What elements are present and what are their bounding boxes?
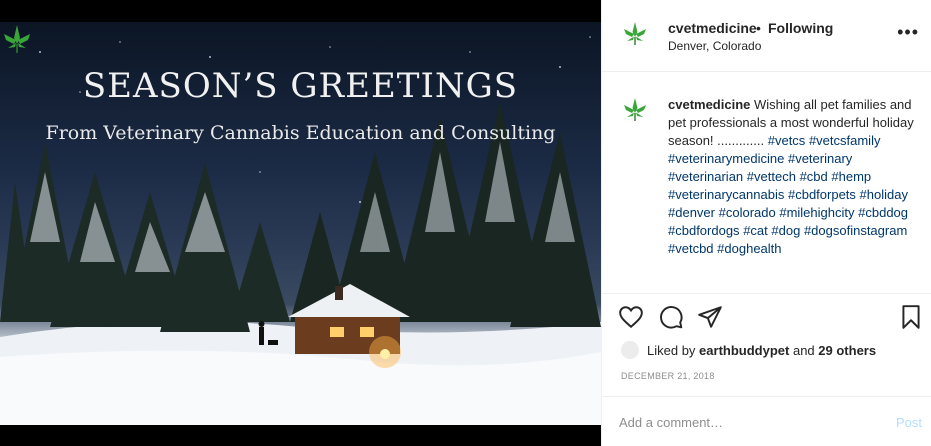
action-bar [602,294,931,338]
following-button[interactable]: Following [768,20,833,36]
likes-text: Liked by earthbuddypet and 29 others [647,343,876,358]
hashtag-link[interactable]: #vetcbd [668,241,714,256]
hashtag-link[interactable]: #veterinary [788,151,852,166]
greeting-title: SEASON’S GREETINGS [82,66,519,106]
hashtag-link[interactable]: #dog [771,223,800,238]
liker-username-link[interactable]: earthbuddypet [699,343,789,358]
caption-section: cvetmedicine Wishing all pet families an… [602,72,931,294]
post-button[interactable]: Post [896,415,922,430]
hashtag-link[interactable]: #vetcsfamily [809,133,881,148]
hashtag-link[interactable]: #vettech [747,169,796,184]
hashtag-link[interactable]: #milehighcity [779,205,854,220]
post-header: cvetmedicine • Following Denver, Colorad… [602,0,931,72]
comment-box: Add a comment… Post [602,396,931,446]
hashtag-link[interactable]: #hemp [831,169,871,184]
hashtag-link[interactable]: #veterinarycannabis [668,187,784,202]
hashtag-link[interactable]: #cbddog [858,205,908,220]
hashtag-link[interactable]: #doghealth [717,241,781,256]
hashtag-link[interactable]: #denver [668,205,715,220]
hashtag-link[interactable]: #dogsofinstagram [804,223,907,238]
post-sidebar: cvetmedicine • Following Denver, Colorad… [601,0,931,446]
heart-icon[interactable] [618,304,644,330]
post-media[interactable]: SEASON’S GREETINGS From Veterinary Canna… [0,0,601,446]
location-link[interactable]: Denver, Colorado [668,39,761,53]
hashtag-link[interactable]: #cat [743,223,768,238]
cannabis-leaf-logo [4,25,30,53]
hashtag-link[interactable]: #cbdforpets [788,187,856,202]
likes-summary: Liked by earthbuddypet and 29 others [616,340,926,362]
caption-username-link[interactable]: cvetmedicine [668,97,750,112]
post-image[interactable]: SEASON’S GREETINGS From Veterinary Canna… [0,22,601,425]
header-username-link[interactable]: cvetmedicine [668,20,757,36]
share-icon[interactable] [697,304,723,330]
hashtag-link[interactable]: #cbd [800,169,828,184]
comment-input[interactable]: Add a comment… [619,415,723,430]
hashtag-link[interactable]: #holiday [860,187,908,202]
comment-icon[interactable] [658,304,684,330]
hashtag-link[interactable]: #colorado [719,205,776,220]
post-date[interactable]: DECEMBER 21, 2018 [621,371,715,381]
hashtag-link[interactable]: #vetcs [768,133,806,148]
bookmark-icon[interactable] [898,304,924,330]
separator-dot: • [756,20,761,36]
hashtag-link[interactable]: #cbdfordogs [668,223,740,238]
hashtag-link[interactable]: #veterinarymedicine [668,151,784,166]
caption-text: cvetmedicine Wishing all pet families an… [668,96,918,258]
hashtag-link[interactable]: #veterinarian [668,169,743,184]
likes-conj: and [792,343,815,358]
likes-others-link[interactable]: 29 others [818,343,876,358]
hashtag-list: #vetcs #vetcsfamily #veterinarymedicine … [668,133,908,256]
more-options-icon[interactable]: ••• [897,22,919,43]
likes-prefix: Liked by [647,343,696,358]
caption-avatar[interactable] [619,94,651,126]
liker-avatar[interactable] [621,341,639,359]
profile-avatar[interactable] [619,18,651,50]
greeting-subtitle: From Veterinary Cannabis Education and C… [45,122,556,144]
